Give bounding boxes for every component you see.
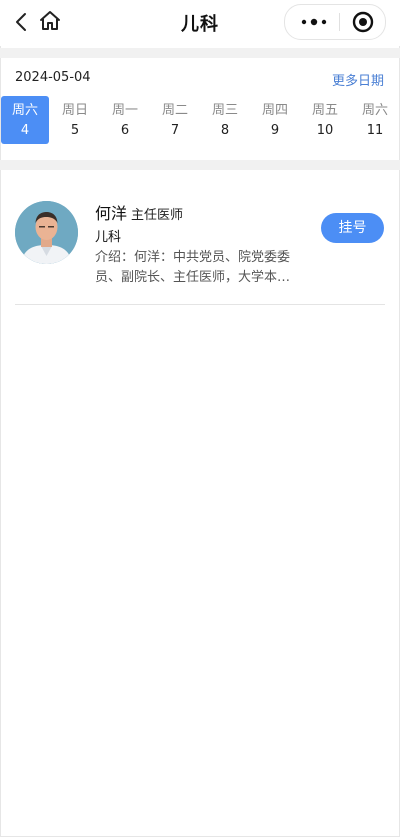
day-date: 9 — [270, 123, 280, 138]
register-button[interactable]: 挂号 — [321, 213, 384, 243]
day-weekday: 周三 — [211, 103, 238, 118]
day-item[interactable]: 周四 9 — [251, 96, 299, 144]
day-item[interactable]: 周六 4 — [1, 96, 49, 144]
doctor-department: 儿科 — [95, 230, 122, 245]
day-date: 8 — [220, 123, 230, 138]
separator-bar — [0, 48, 400, 58]
doctor-avatar — [15, 201, 78, 264]
day-item[interactable]: 周五 10 — [301, 96, 349, 144]
mini-program-capsule — [284, 4, 386, 40]
day-weekday: 周二 — [161, 103, 188, 118]
doctor-name-line: 何洋 主任医师 — [95, 200, 183, 224]
day-item[interactable]: 周二 7 — [151, 96, 199, 144]
doctor-name: 何洋 — [95, 204, 128, 223]
day-date: 5 — [70, 123, 80, 138]
nav-bar: 儿科 — [0, 0, 400, 46]
day-item[interactable]: 周六 11 — [351, 96, 399, 144]
day-date: 6 — [120, 123, 130, 138]
day-item[interactable]: 周一 6 — [101, 96, 149, 144]
day-weekday: 周日 — [61, 103, 88, 118]
day-weekday: 周四 — [261, 103, 288, 118]
date-selector: 周六 4 周日 5 周一 6 周二 7 周三 8 周四 9 周五 10 周六 1… — [0, 96, 400, 146]
day-weekday: 周一 — [111, 103, 138, 118]
more-dates-link[interactable]: 更多日期 — [332, 70, 384, 89]
day-date: 11 — [366, 123, 384, 138]
doctor-intro: 介绍：何洋：中共党员、院党委委 员、副院长、主任医师，大学本… — [95, 248, 315, 288]
day-item[interactable]: 周日 5 — [51, 96, 99, 144]
capsule-divider — [339, 13, 340, 31]
more-dots-icon[interactable] — [299, 16, 329, 28]
current-date: 2024-05-04 — [15, 70, 91, 85]
doctor-card[interactable]: 何洋 主任医师 儿科 介绍：何洋：中共党员、院党委委 员、副院长、主任医师，大学本… — [15, 188, 385, 305]
day-date: 7 — [170, 123, 180, 138]
doctor-intro-line: 介绍：何洋：中共党员、院党委委 — [95, 250, 291, 265]
day-weekday: 周五 — [311, 103, 338, 118]
day-date: 10 — [316, 123, 334, 138]
close-target-icon[interactable] — [351, 10, 375, 34]
day-weekday: 周六 — [361, 103, 388, 118]
day-item[interactable]: 周三 8 — [201, 96, 249, 144]
day-weekday: 周六 — [11, 103, 38, 118]
day-date: 4 — [20, 123, 30, 138]
doctor-title: 主任医师 — [131, 208, 184, 223]
doctor-intro-line: 员、副院长、主任医师，大学本… — [95, 270, 291, 285]
separator-bar — [0, 160, 400, 170]
